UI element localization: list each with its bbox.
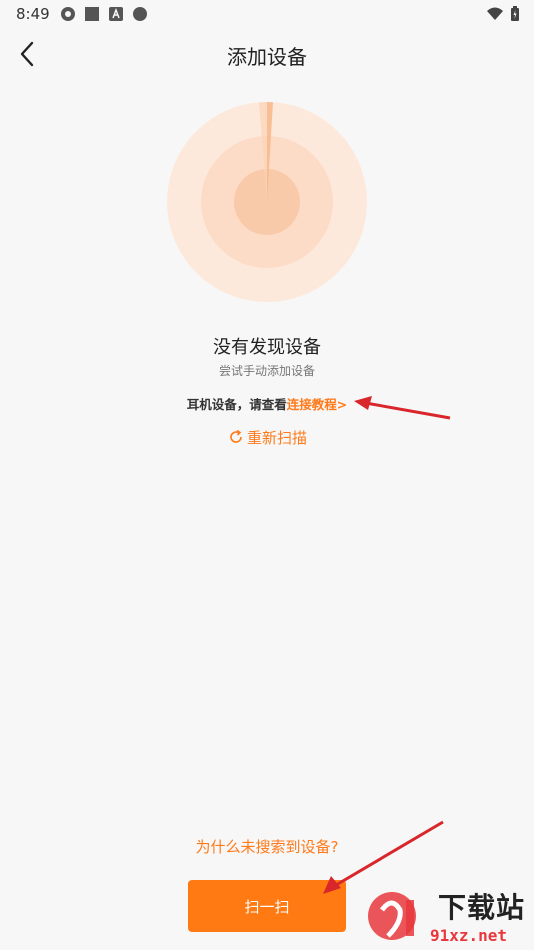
status-system-icons [486,6,520,22]
square-app-icon [85,7,99,21]
status-time: 8:49 [16,5,50,23]
refresh-icon [230,429,242,443]
why-not-found-link[interactable]: 为什么未搜索到设备? [0,836,534,857]
dot-app-icon [133,7,147,21]
page-title: 添加设备 [227,45,307,69]
watermark-url: 91xz.net [430,926,508,945]
battery-icon [511,6,519,21]
no-device-title: 没有发现设备 [213,337,321,358]
top-app-bar: 添加设备 [0,28,534,80]
radar-scan-graphic [167,102,367,302]
wifi-icon [487,7,503,20]
watermark-text: 下载站 [438,891,526,924]
rescan-button[interactable]: 重新扫描 [228,426,307,448]
scan-button[interactable]: 扫一扫 [188,880,346,932]
a-app-icon [109,7,123,21]
connection-tutorial-link[interactable]: 连接教程> [287,397,347,412]
no-device-subtitle: 尝试手动添加设备 [218,364,315,378]
earphone-tip: 耳机设备，请查看连接教程> [0,394,534,413]
status-bar: 8:49 [0,0,534,28]
aperture-icon [61,7,75,21]
earphone-tip-text: 耳机设备，请查看 [186,397,287,412]
rescan-label: 重新扫描 [247,428,308,447]
status-notification-icons [60,6,148,22]
